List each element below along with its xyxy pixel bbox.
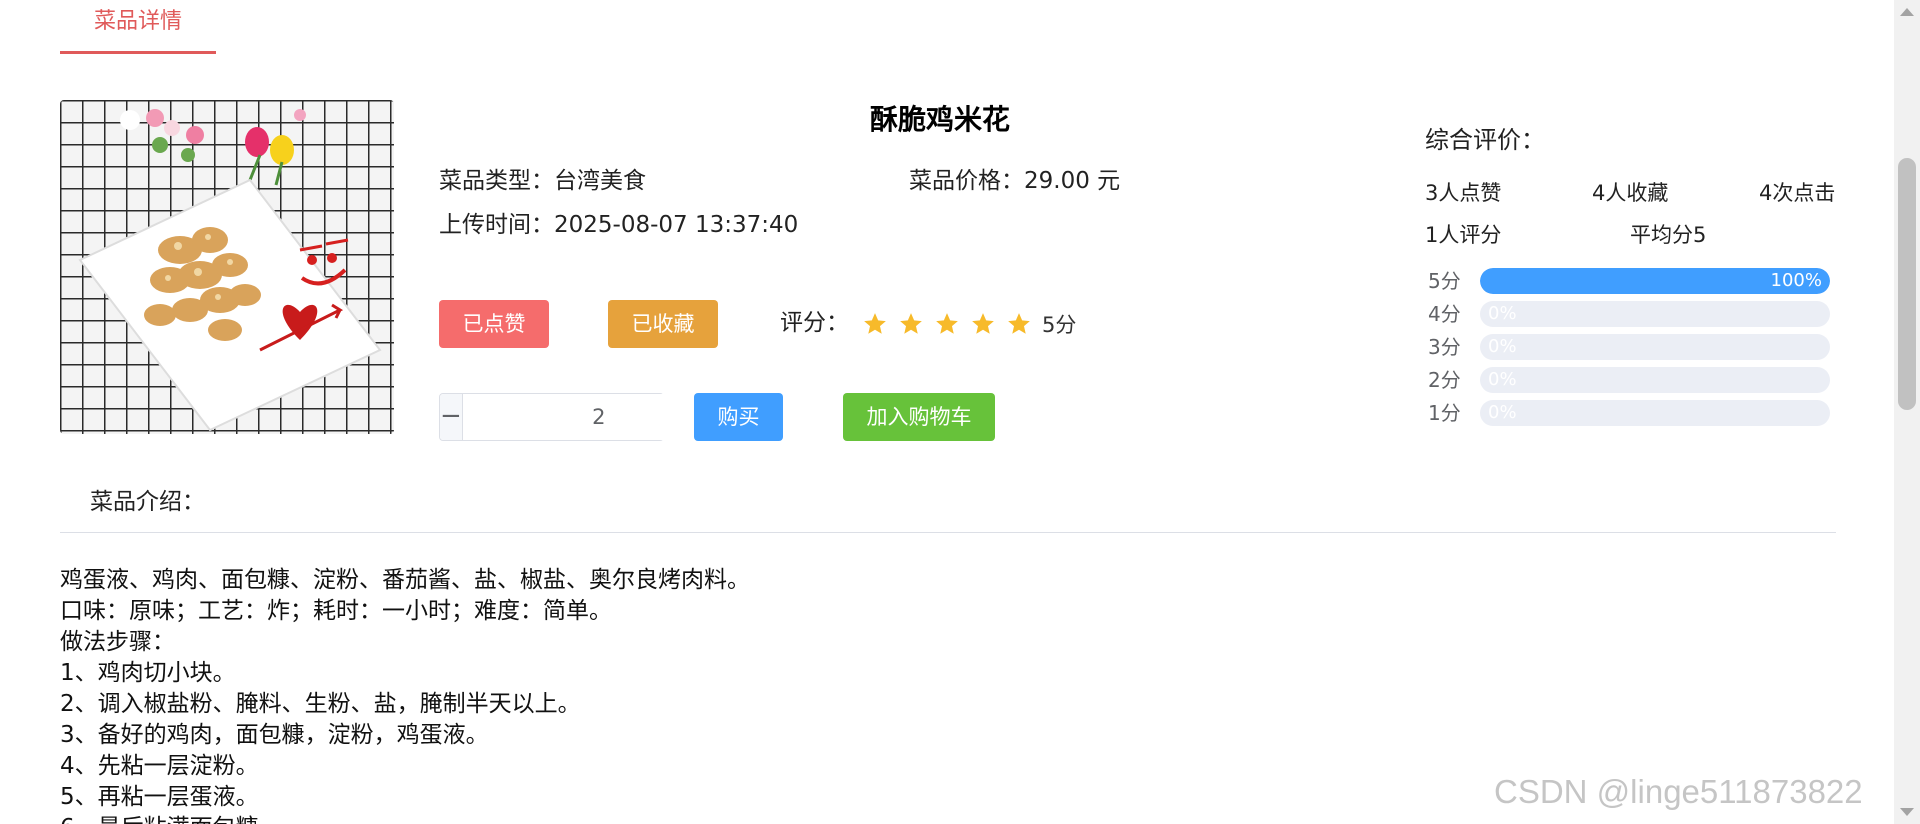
dish-title: 酥脆鸡米花 bbox=[869, 103, 1010, 136]
intro-divider bbox=[60, 532, 1836, 533]
rate-score-text: 5分 bbox=[1042, 313, 1077, 337]
dish-detail-page: 菜品详情 酥脆鸡米花 菜品类型：台湾美食 菜品价格：29.00 元 上传时间：2… bbox=[0, 0, 1920, 824]
intro-title: 菜品介绍： bbox=[90, 489, 205, 515]
distribution-label: 5分 bbox=[1428, 269, 1461, 293]
distribution-percent: 100% bbox=[1770, 270, 1822, 291]
distribution-bar: 0% bbox=[1480, 400, 1830, 426]
distribution-bar: 0% bbox=[1480, 334, 1830, 360]
distribution-percent: 0% bbox=[1488, 369, 1517, 390]
rating-distribution-row: 5分 100% bbox=[1428, 267, 1830, 295]
like-button[interactable]: 已点赞 bbox=[439, 300, 549, 348]
rating-distribution-row: 2分 0% bbox=[1428, 366, 1830, 394]
dish-price-row: 菜品价格：29.00 元 bbox=[909, 164, 1120, 198]
intro-line: 6、最后粘满面包糠。 bbox=[60, 813, 1760, 824]
buy-button[interactable]: 购买 bbox=[694, 393, 783, 441]
upload-time-value: 2025-08-07 13:37:40 bbox=[554, 212, 799, 238]
intro-line: 做法步骤： bbox=[60, 629, 175, 655]
tab-active-underline bbox=[60, 51, 216, 54]
distribution-bar: 100% bbox=[1480, 268, 1830, 294]
quantity-stepper: − + bbox=[439, 393, 758, 441]
rating-distribution-row: 3分 0% bbox=[1428, 333, 1830, 361]
scrollbar-thumb[interactable] bbox=[1898, 158, 1916, 410]
dish-price-value: 29.00 元 bbox=[1024, 168, 1121, 194]
dish-type-value: 台湾美食 bbox=[554, 168, 646, 194]
upload-time-label: 上传时间： bbox=[439, 212, 554, 238]
star-rating[interactable]: 5分 bbox=[862, 304, 1076, 344]
intro-line: 1、鸡肉切小块。 bbox=[60, 660, 236, 686]
distribution-label: 3分 bbox=[1428, 335, 1461, 359]
intro-line: 3、备好的鸡肉，面包糠，淀粉，鸡蛋液。 bbox=[60, 722, 489, 748]
dish-price-label: 菜品价格： bbox=[909, 168, 1024, 194]
distribution-label: 1分 bbox=[1428, 401, 1461, 425]
distribution-bar: 0% bbox=[1480, 301, 1830, 327]
distribution-percent: 0% bbox=[1488, 303, 1517, 324]
favorite-button[interactable]: 已收藏 bbox=[608, 300, 718, 348]
rate-label: 评分： bbox=[780, 310, 849, 336]
tab-dish-detail[interactable]: 菜品详情 bbox=[60, 0, 216, 54]
star-icon[interactable] bbox=[970, 311, 996, 337]
upload-time-row: 上传时间：2025-08-07 13:37:40 bbox=[439, 208, 798, 242]
minus-icon[interactable]: − bbox=[440, 394, 463, 440]
distribution-bar: 0% bbox=[1480, 367, 1830, 393]
distribution-label: 4分 bbox=[1428, 302, 1461, 326]
dish-type-row: 菜品类型：台湾美食 bbox=[439, 164, 646, 198]
dish-image bbox=[60, 100, 394, 434]
watermark: CSDN @linge511873822 bbox=[1494, 773, 1863, 810]
clicks-count: 4次点击 bbox=[1759, 181, 1836, 205]
intro-line: 2、调入椒盐粉、腌料、生粉、盐，腌制半天以上。 bbox=[60, 691, 581, 717]
star-icon[interactable] bbox=[898, 311, 924, 337]
scroll-down-icon[interactable] bbox=[1900, 808, 1914, 816]
distribution-percent: 0% bbox=[1488, 402, 1517, 423]
star-icon[interactable] bbox=[862, 311, 888, 337]
rating-summary-title: 综合评价： bbox=[1425, 126, 1545, 154]
likes-count: 3人点赞 bbox=[1425, 181, 1502, 205]
intro-line: 口味：原味；工艺：炸；耗时：一小时；难度：简单。 bbox=[60, 598, 612, 624]
dish-photo bbox=[60, 100, 394, 434]
star-icon[interactable] bbox=[934, 311, 960, 337]
distribution-percent: 0% bbox=[1488, 336, 1517, 357]
add-to-cart-button[interactable]: 加入购物车 bbox=[843, 393, 995, 441]
average-score: 平均分5 bbox=[1630, 223, 1707, 247]
intro-line: 鸡蛋液、鸡肉、面包糠、淀粉、番茄酱、盐、椒盐、奥尔良烤肉料。 bbox=[60, 567, 750, 593]
star-icon[interactable] bbox=[1006, 311, 1032, 337]
page-scrollbar[interactable] bbox=[1894, 0, 1920, 824]
tab-bar: 菜品详情 bbox=[60, 0, 1836, 54]
raters-count: 1人评分 bbox=[1425, 223, 1502, 247]
dish-type-label: 菜品类型： bbox=[439, 168, 554, 194]
rating-distribution-row: 4分 0% bbox=[1428, 300, 1830, 328]
distribution-label: 2分 bbox=[1428, 368, 1461, 392]
rating-distribution-row: 1分 0% bbox=[1428, 399, 1830, 427]
scroll-up-icon[interactable] bbox=[1900, 8, 1914, 16]
favorites-count: 4人收藏 bbox=[1592, 181, 1669, 205]
